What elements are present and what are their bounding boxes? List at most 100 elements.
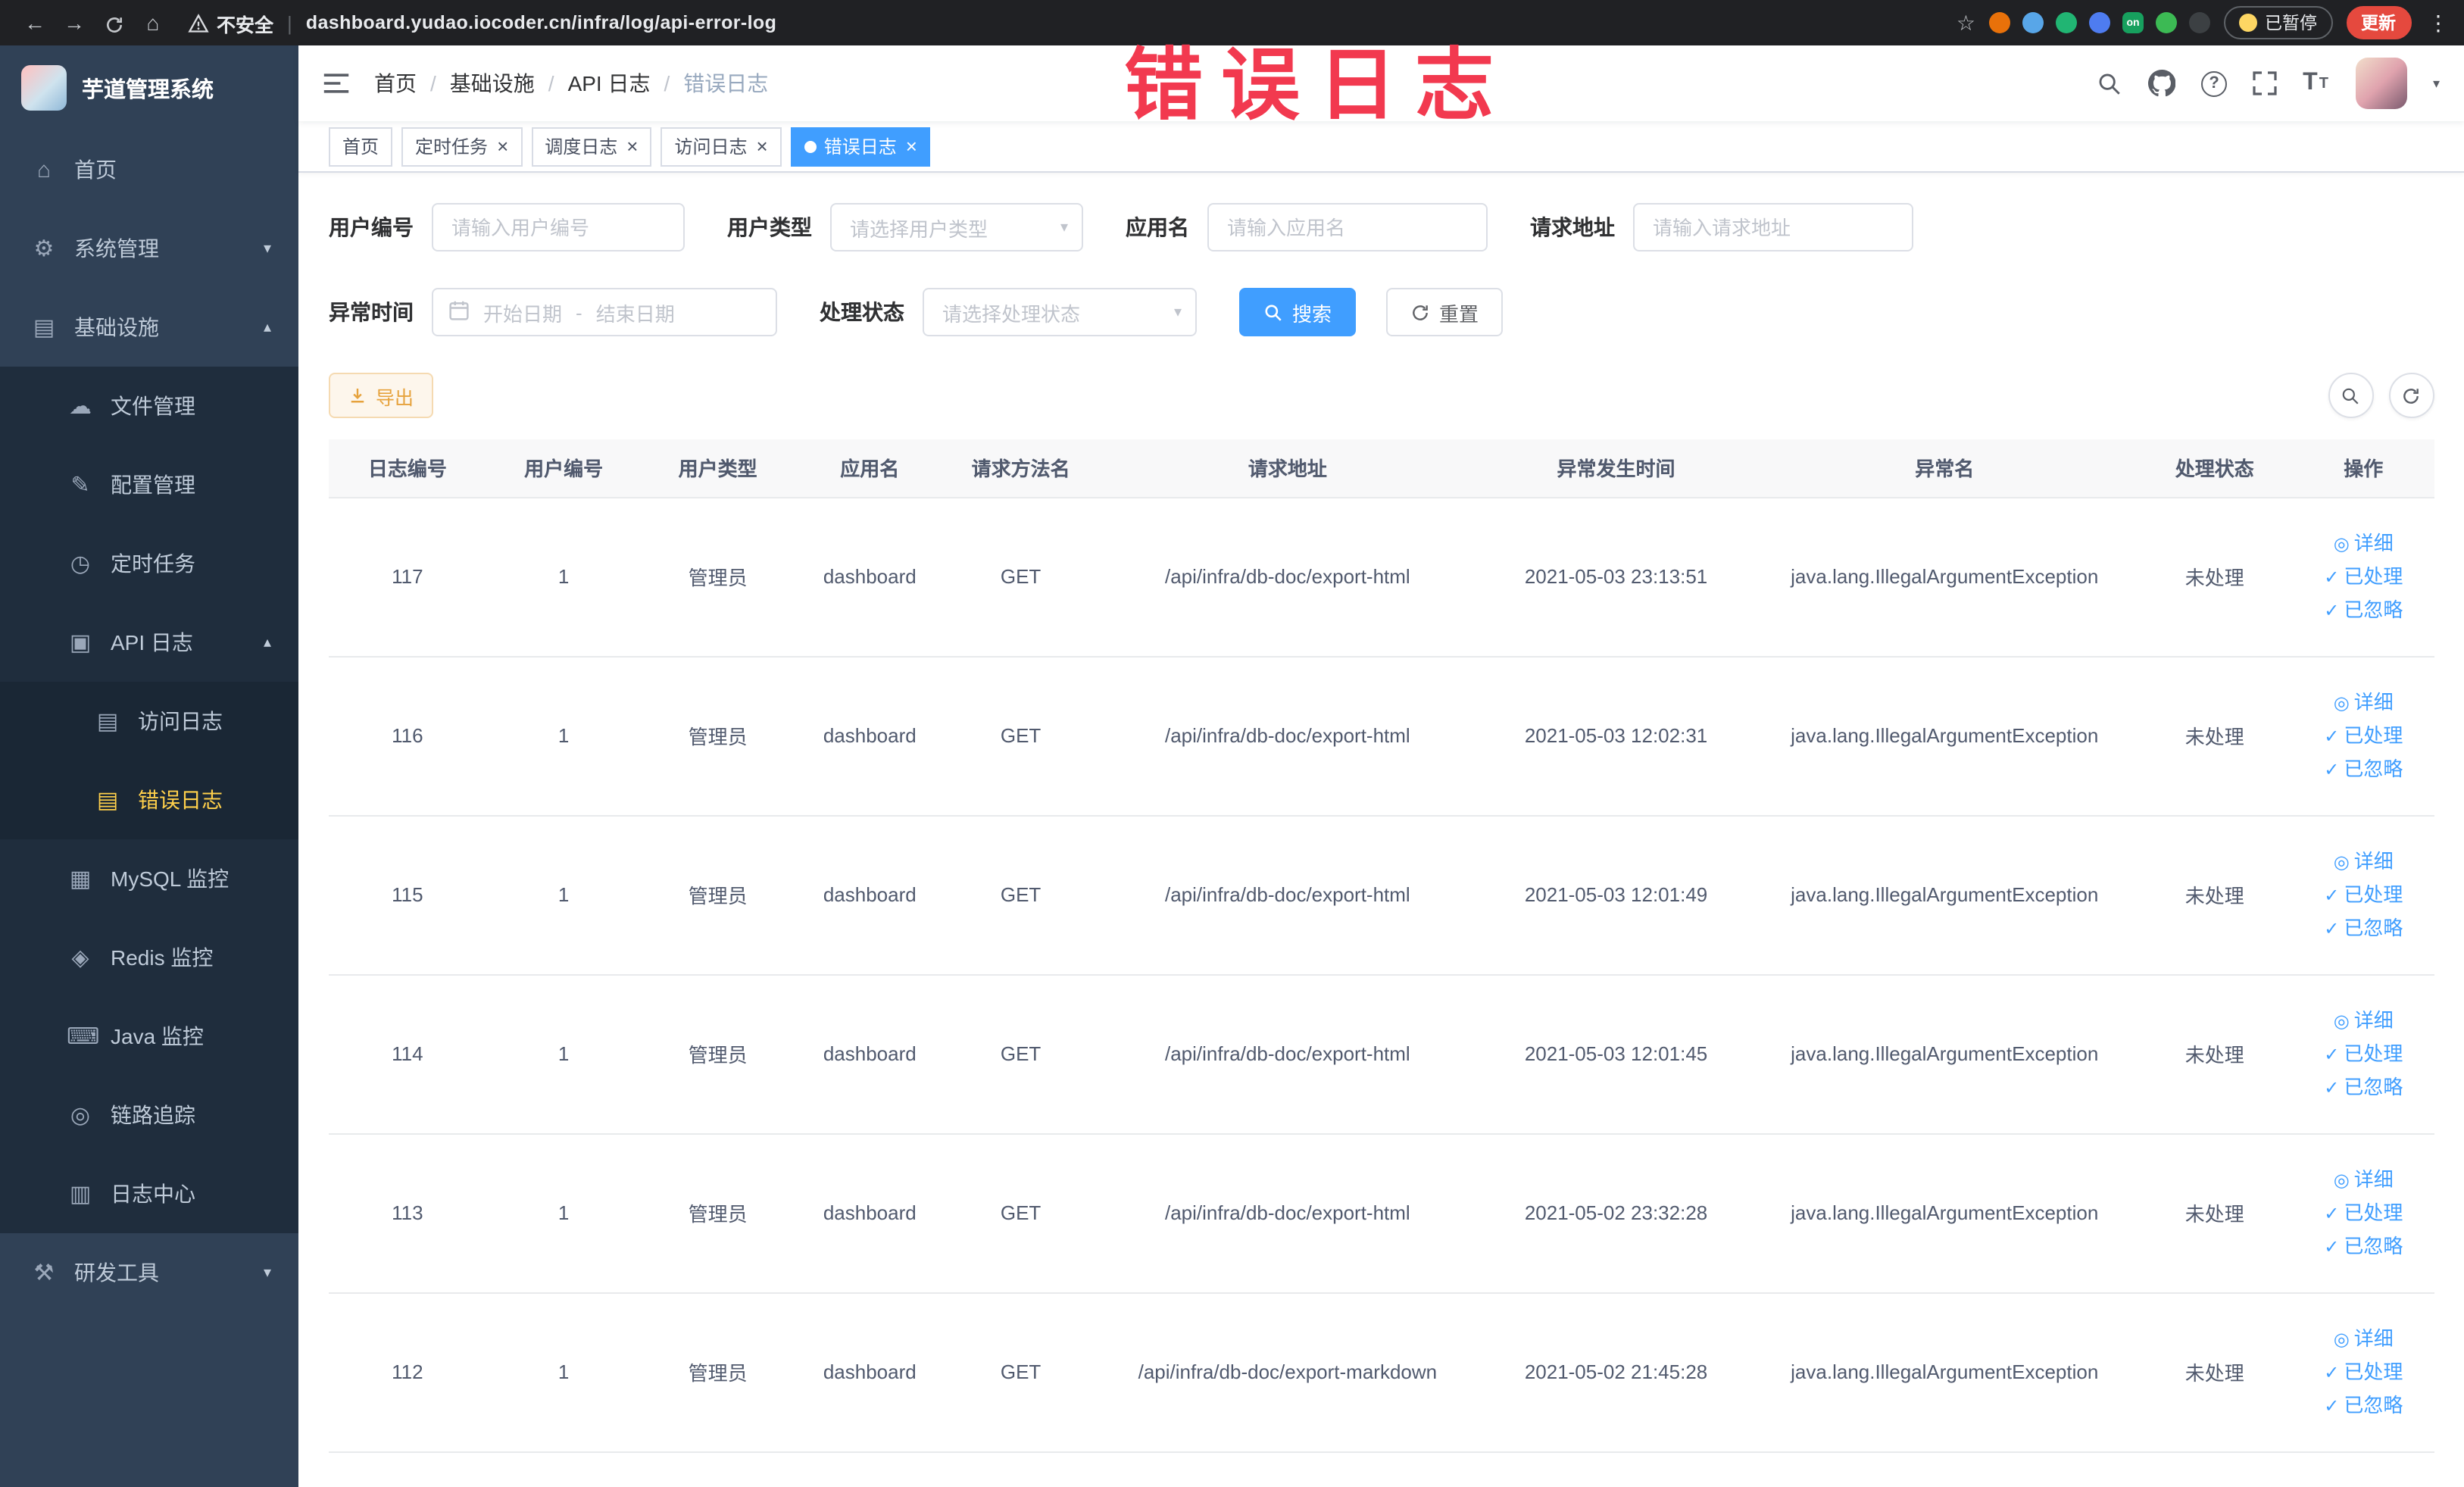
sidebar-item-file-management[interactable]: ☁ 文件管理: [0, 367, 298, 445]
action-ignored-link[interactable]: ✓ 已忽略: [2303, 911, 2425, 945]
browser-update-button[interactable]: 更新: [2346, 6, 2411, 39]
extension-on-toggle-icon[interactable]: on: [2122, 12, 2144, 33]
action-processed-link[interactable]: ✓ 已处理: [2303, 719, 2425, 752]
sidebar-item-system-management[interactable]: ⚙ 系统管理 ▾: [0, 209, 298, 288]
font-size-icon[interactable]: TT: [2303, 70, 2330, 97]
sidebar-item-dev-tools[interactable]: ⚒ 研发工具 ▾: [0, 1233, 298, 1312]
export-button[interactable]: 导出: [329, 373, 434, 418]
sidebar-item-error-log[interactable]: ▤ 错误日志: [0, 761, 298, 839]
bookmark-star-icon[interactable]: ☆: [1957, 10, 1975, 36]
action-processed-link[interactable]: ✓ 已处理: [2303, 878, 2425, 911]
tab-label: 调度日志: [545, 136, 618, 158]
breadcrumb-item[interactable]: API 日志: [568, 68, 651, 98]
tab-schedule-log[interactable]: 调度日志 ×: [531, 127, 652, 166]
action-processed-link[interactable]: ✓ 已处理: [2303, 1355, 2425, 1389]
cell-status: 未处理: [2135, 497, 2294, 657]
action-ignored-link[interactable]: ✓ 已忽略: [2303, 752, 2425, 786]
extension-blue-icon[interactable]: [2022, 12, 2044, 33]
request-url-input[interactable]: [1633, 203, 1913, 251]
url-text[interactable]: dashboard.yudao.iocoder.cn/infra/log/api…: [306, 12, 776, 33]
github-icon[interactable]: [2148, 70, 2176, 97]
action-detail-link[interactable]: ◎ 详细: [2303, 1322, 2425, 1355]
user-id-input[interactable]: [432, 203, 685, 251]
help-icon[interactable]: ?: [2201, 70, 2228, 96]
action-processed-link[interactable]: ✓ 已处理: [2303, 1196, 2425, 1229]
filter-request-url: 请求地址: [1530, 203, 1913, 251]
cell-user_id: 1: [486, 497, 642, 657]
avatar-caret-icon[interactable]: ▾: [2433, 75, 2440, 92]
sidebar-item-config-management[interactable]: ✎ 配置管理: [0, 445, 298, 524]
extension-blue-grid-icon[interactable]: [2089, 12, 2110, 33]
tab-access-log[interactable]: 访问日志 ×: [661, 127, 782, 166]
extension-green-circle-icon[interactable]: [2056, 12, 2077, 33]
sidebar-item-label: 配置管理: [111, 473, 195, 497]
action-processed-link[interactable]: ✓ 已处理: [2303, 560, 2425, 593]
check-icon: ✓: [2324, 758, 2340, 779]
cell-time: 2021-05-03 23:13:51: [1479, 497, 1754, 657]
extension-green-leaf-icon[interactable]: [2156, 12, 2177, 33]
tab-error-log[interactable]: 错误日志 ×: [790, 127, 931, 166]
security-label[interactable]: 不安全: [217, 8, 273, 37]
sidebar-item-access-log[interactable]: ▤ 访问日志: [0, 682, 298, 761]
tab-scheduled-tasks[interactable]: 定时任务 ×: [401, 127, 523, 166]
reload-icon[interactable]: [94, 11, 133, 35]
column-header-url: 请求地址: [1096, 439, 1479, 498]
action-detail-link[interactable]: ◎ 详细: [2303, 686, 2425, 719]
breadcrumb-item[interactable]: 首页: [374, 68, 417, 98]
app-name-input[interactable]: [1207, 203, 1488, 251]
sidebar-item-trace[interactable]: ◎ 链路追踪: [0, 1076, 298, 1154]
tab-close-icon[interactable]: ×: [626, 136, 638, 156]
extension-dark-icon[interactable]: [2189, 12, 2210, 33]
sidebar-item-infrastructure[interactable]: ▤ 基础设施 ▴: [0, 288, 298, 367]
browser-menu-icon[interactable]: ⋮: [2428, 10, 2449, 36]
search-icon[interactable]: [2097, 70, 2122, 96]
action-ignored-link[interactable]: ✓ 已忽略: [2303, 1389, 2425, 1422]
table-row: 112 1 管理员 dashboard GET/api/infra/db-doc/exp…: [329, 1292, 2434, 1452]
forward-icon[interactable]: →: [55, 11, 94, 35]
user-type-select[interactable]: 请选择用户类型 ▾: [830, 203, 1083, 251]
sidebar-item-home[interactable]: ⌂ 首页: [0, 130, 298, 209]
tab-close-icon[interactable]: ×: [906, 136, 917, 156]
exception-time-range[interactable]: 开始日期 - 结束日期: [432, 288, 777, 336]
sidebar-item-api-log[interactable]: ▣ API 日志 ▴: [0, 603, 298, 682]
refresh-table-button[interactable]: [2388, 373, 2434, 418]
eye-icon: ◎: [2333, 692, 2350, 713]
action-detail-link[interactable]: ◎ 详细: [2303, 845, 2425, 878]
sidebar-menu: ⌂ 首页 ⚙ 系统管理 ▾ ▤ 基础设施 ▴ ☁ 文件管理 ✎ 配置管理 ◷ 定时任务 ▣ API 日志 ▴ ▤ 访…: [0, 130, 298, 1312]
app-title: 芋道管理系统: [82, 78, 214, 102]
cell-exception: java.lang.IllegalArgumentException: [1753, 1292, 2136, 1452]
breadcrumb-item[interactable]: 基础设施: [450, 68, 535, 98]
paused-extension-pill[interactable]: 已暂停: [2224, 6, 2332, 39]
action-detail-link[interactable]: ◎ 详细: [2303, 526, 2425, 560]
action-ignored-link[interactable]: ✓ 已忽略: [2303, 1229, 2425, 1263]
check-icon: ✓: [2324, 917, 2340, 939]
tab-close-icon[interactable]: ×: [757, 136, 768, 156]
sidebar-item-mysql-monitor[interactable]: ▦ MySQL 监控: [0, 839, 298, 918]
reset-button[interactable]: 重置: [1386, 288, 1504, 336]
process-status-select[interactable]: 请选择处理状态 ▾: [923, 288, 1197, 336]
action-processed-link[interactable]: ✓ 已处理: [2303, 1037, 2425, 1070]
sidebar-item-java-monitor[interactable]: ⌨ Java 监控: [0, 997, 298, 1076]
back-icon[interactable]: ←: [15, 11, 55, 35]
app-logo[interactable]: 芋道管理系统: [0, 45, 298, 130]
action-ignored-link[interactable]: ✓ 已忽略: [2303, 593, 2425, 626]
sidebar-item-redis-monitor[interactable]: ◈ Redis 监控: [0, 918, 298, 997]
action-ignored-link[interactable]: ✓ 已忽略: [2303, 1070, 2425, 1104]
extension-icons: on: [1989, 12, 2210, 33]
user-avatar[interactable]: [2355, 58, 2407, 109]
chevron-up-icon: ▴: [263, 634, 271, 651]
tab-home[interactable]: 首页: [329, 127, 393, 166]
sidebar-item-log-center[interactable]: ▥ 日志中心: [0, 1154, 298, 1233]
sidebar-item-scheduled-tasks[interactable]: ◷ 定时任务: [0, 524, 298, 603]
toggle-search-button[interactable]: [2328, 373, 2373, 418]
action-detail-link[interactable]: ◎ 详细: [2303, 1163, 2425, 1196]
browser-home-icon[interactable]: ⌂: [133, 11, 173, 35]
search-button[interactable]: 搜索: [1239, 288, 1357, 336]
extension-orange-icon[interactable]: [1989, 12, 2010, 33]
hamburger-icon[interactable]: [323, 71, 350, 95]
fullscreen-icon[interactable]: [2253, 71, 2277, 95]
cell-app_name: dashboard: [794, 1133, 945, 1293]
action-detail-link[interactable]: ◎ 详细: [2303, 1004, 2425, 1037]
filter-process-status: 处理状态 请选择处理状态 ▾: [820, 288, 1197, 336]
tab-close-icon[interactable]: ×: [497, 136, 508, 156]
